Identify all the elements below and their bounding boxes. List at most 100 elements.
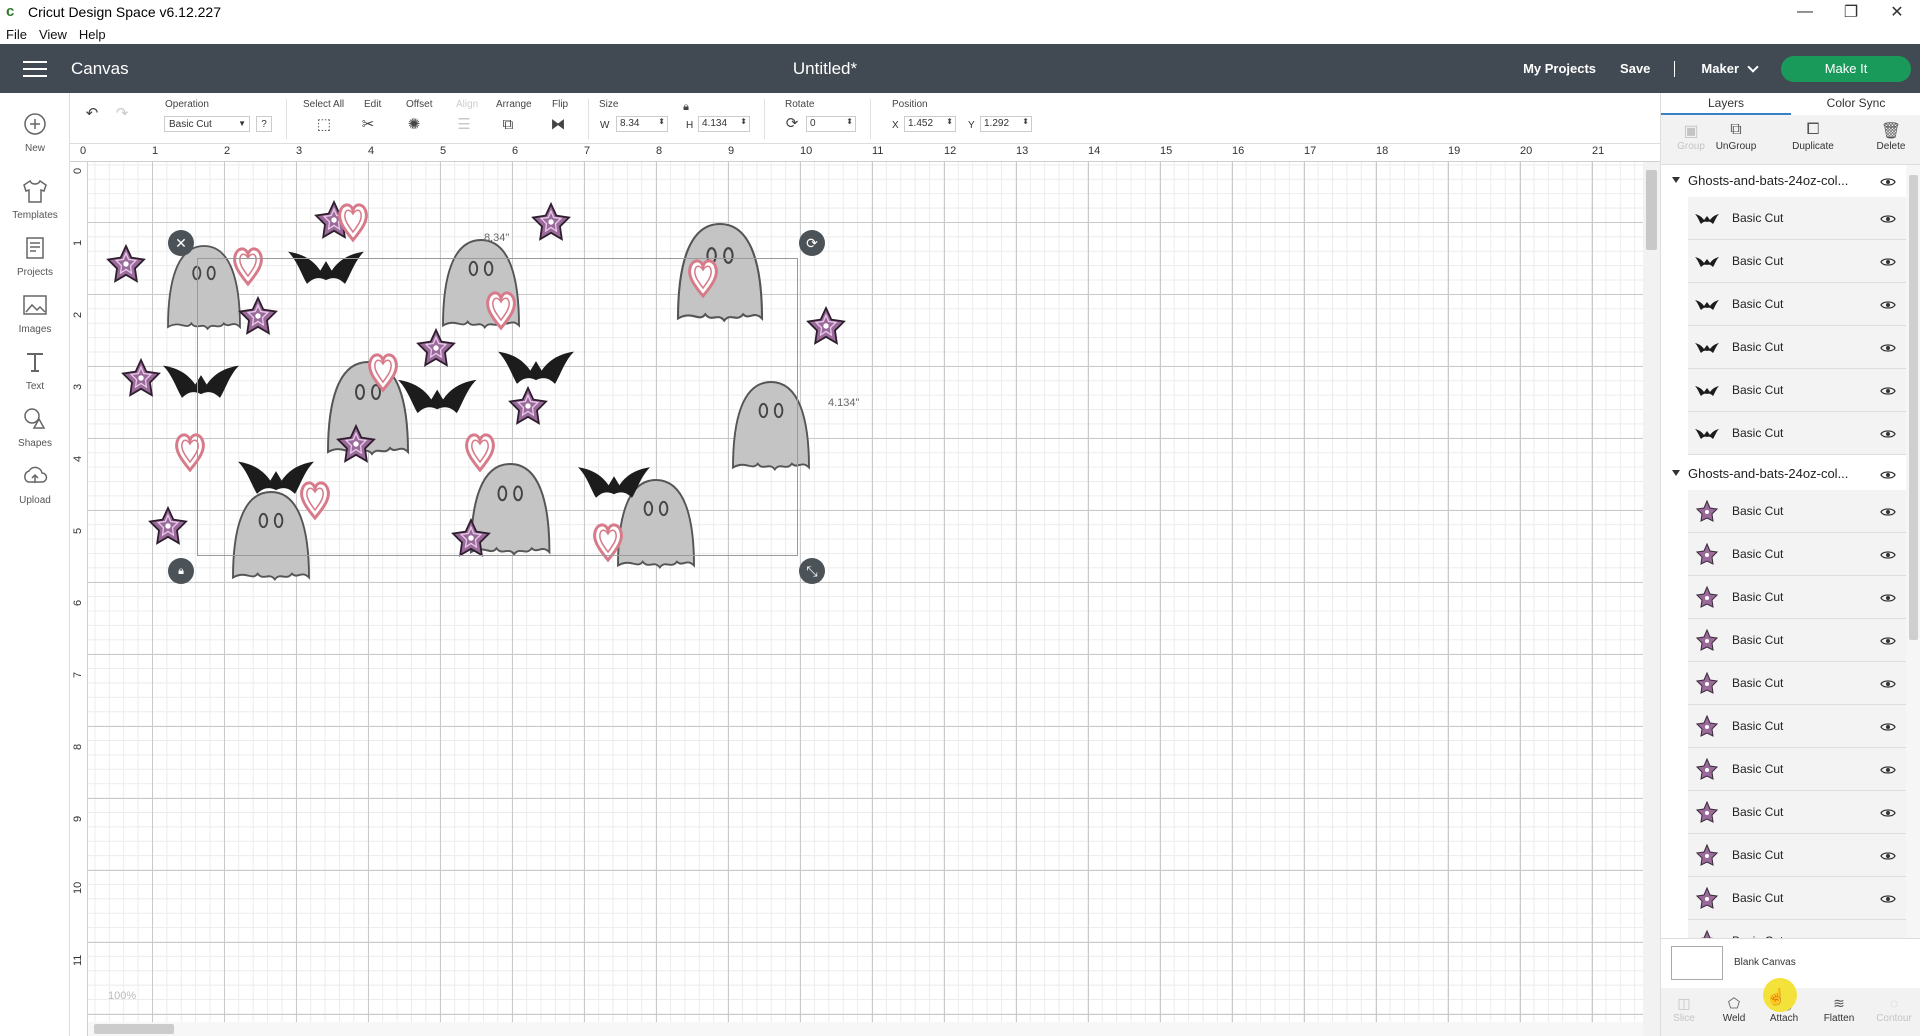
eye-icon[interactable]	[1880, 175, 1896, 186]
eye-icon[interactable]	[1880, 468, 1896, 479]
layer-row[interactable]: Basic Cut	[1688, 619, 1906, 662]
select-all-icon[interactable]: ⬚	[314, 116, 334, 134]
layer-row[interactable]: Basic Cut	[1688, 877, 1906, 920]
blank-canvas-row[interactable]: Blank Canvas	[1661, 938, 1920, 988]
star-shape[interactable]	[531, 201, 571, 241]
eye-icon[interactable]	[1880, 213, 1896, 223]
slice-button[interactable]: ◫ Slice	[1661, 995, 1707, 1024]
layer-row[interactable]: Basic Cut	[1688, 283, 1906, 326]
menu-file[interactable]: File	[0, 27, 33, 42]
eye-icon[interactable]	[1880, 342, 1896, 352]
sidebar-item-projects[interactable]: Projects	[0, 233, 70, 278]
contour-button[interactable]: ◌ Contour	[1871, 995, 1917, 1024]
my-projects-link[interactable]: My Projects	[1523, 61, 1596, 76]
arrange-icon[interactable]: ⧉	[498, 116, 518, 134]
tab-color-sync[interactable]: Color Sync	[1791, 93, 1920, 115]
hamburger-menu-icon[interactable]	[23, 60, 47, 77]
canvas-vertical-scrollbar[interactable]	[1643, 162, 1660, 1036]
layer-group-header[interactable]: Ghosts-and-bats-24oz-col...	[1661, 458, 1906, 488]
weld-button[interactable]: ⬠ Weld	[1711, 995, 1757, 1024]
layers-scrollbar[interactable]	[1906, 165, 1920, 938]
eye-icon[interactable]	[1880, 549, 1896, 559]
sidebar-item-images[interactable]: Images	[0, 290, 70, 335]
star-shape[interactable]	[106, 243, 146, 283]
minimize-icon[interactable]: —	[1782, 0, 1828, 24]
collapse-triangle-icon[interactable]	[1672, 470, 1680, 476]
edit-scissors-icon[interactable]: ✂	[358, 116, 378, 134]
canvas-horizontal-scrollbar[interactable]	[88, 1022, 1643, 1036]
flatten-button[interactable]: ≋ Flatten	[1816, 995, 1862, 1024]
scroll-thumb[interactable]	[1646, 170, 1657, 250]
rotate-input[interactable]: 0 ⬍	[806, 116, 856, 132]
eye-icon[interactable]	[1880, 721, 1896, 731]
width-input[interactable]: 8.34 ⬍	[616, 116, 668, 132]
sidebar-item-upload[interactable]: Upload	[0, 461, 70, 506]
eye-icon[interactable]	[1880, 850, 1896, 860]
ungroup-button[interactable]: ⧉ UnGroup	[1706, 121, 1766, 152]
flip-icon[interactable]: ⧓	[548, 116, 568, 134]
lock-handle-icon[interactable]: 🔒︎	[168, 558, 194, 584]
height-input[interactable]: 4.134 ⬍	[698, 116, 750, 132]
star-shape[interactable]	[121, 357, 161, 397]
delete-handle-icon[interactable]: ✕	[168, 230, 194, 256]
position-x-input[interactable]: 1.452 ⬍	[904, 116, 956, 132]
star-shape[interactable]	[148, 505, 188, 545]
eye-icon[interactable]	[1880, 385, 1896, 395]
eye-icon[interactable]	[1880, 807, 1896, 817]
layer-group-header[interactable]: Ghosts-and-bats-24oz-col...	[1661, 165, 1906, 195]
layer-row[interactable]: Basic Cut	[1688, 576, 1906, 619]
layer-row[interactable]: Basic Cut	[1688, 834, 1906, 877]
machine-selector[interactable]: Maker	[1701, 60, 1759, 76]
eye-icon[interactable]	[1880, 678, 1896, 688]
layer-row[interactable]: Basic Cut	[1688, 791, 1906, 834]
layer-row[interactable]: Basic Cut	[1688, 412, 1906, 455]
operation-select[interactable]: Basic Cut ▼	[164, 116, 250, 132]
operation-help-button[interactable]: ?	[256, 116, 272, 132]
redo-icon[interactable]: ↷	[112, 105, 132, 123]
eye-icon[interactable]	[1880, 299, 1896, 309]
save-link[interactable]: Save	[1620, 61, 1650, 76]
star-shape[interactable]	[806, 305, 846, 345]
eye-icon[interactable]	[1880, 256, 1896, 266]
scroll-thumb[interactable]	[1909, 175, 1918, 640]
layer-row[interactable]: Basic Cut	[1688, 533, 1906, 576]
collapse-triangle-icon[interactable]	[1672, 177, 1680, 183]
layer-row[interactable]: Basic Cut	[1688, 748, 1906, 791]
selection-bounding-box[interactable]	[197, 258, 798, 556]
sidebar-item-text[interactable]: Text	[0, 347, 70, 392]
undo-icon[interactable]: ↶	[82, 105, 102, 123]
layer-row[interactable]: Basic Cut	[1688, 240, 1906, 283]
zoom-level[interactable]: 100%	[108, 990, 136, 1002]
eye-icon[interactable]	[1880, 764, 1896, 774]
sidebar-item-templates[interactable]: Templates	[0, 176, 70, 221]
make-it-button[interactable]: Make It	[1781, 55, 1911, 82]
layer-row[interactable]: Basic Cut	[1688, 662, 1906, 705]
offset-icon[interactable]: ✺	[404, 116, 424, 134]
eye-icon[interactable]	[1880, 893, 1896, 903]
layer-row[interactable]: Basic Cut	[1688, 705, 1906, 748]
layer-row[interactable]: Basic Cut	[1688, 369, 1906, 412]
tab-layers[interactable]: Layers	[1661, 93, 1791, 115]
restore-icon[interactable]: ❐	[1828, 0, 1874, 24]
layer-row[interactable]: Basic Cut	[1688, 197, 1906, 240]
blank-canvas-swatch[interactable]	[1671, 946, 1723, 980]
layer-row[interactable]: Basic Cut	[1688, 920, 1906, 938]
duplicate-button[interactable]: ⧠ Duplicate	[1783, 121, 1843, 152]
rotate-handle-icon[interactable]: ⟳	[799, 230, 825, 256]
sidebar-item-new[interactable]: New	[0, 109, 70, 154]
lock-aspect-icon[interactable]: 🔒︎	[676, 98, 696, 116]
close-icon[interactable]: ✕	[1874, 0, 1920, 24]
delete-button[interactable]: 🗑︎ Delete	[1861, 121, 1920, 152]
eye-icon[interactable]	[1880, 428, 1896, 438]
menu-help[interactable]: Help	[73, 27, 112, 42]
layer-row[interactable]: Basic Cut	[1688, 326, 1906, 369]
eye-icon[interactable]	[1880, 592, 1896, 602]
eye-icon[interactable]	[1880, 506, 1896, 516]
resize-handle-icon[interactable]: ⤡	[799, 558, 825, 584]
align-icon[interactable]: ☰	[454, 116, 474, 134]
layer-row[interactable]: Basic Cut	[1688, 490, 1906, 533]
scroll-thumb[interactable]	[94, 1024, 174, 1034]
eye-icon[interactable]	[1880, 635, 1896, 645]
sidebar-item-shapes[interactable]: Shapes	[0, 404, 70, 449]
menu-view[interactable]: View	[33, 27, 73, 42]
